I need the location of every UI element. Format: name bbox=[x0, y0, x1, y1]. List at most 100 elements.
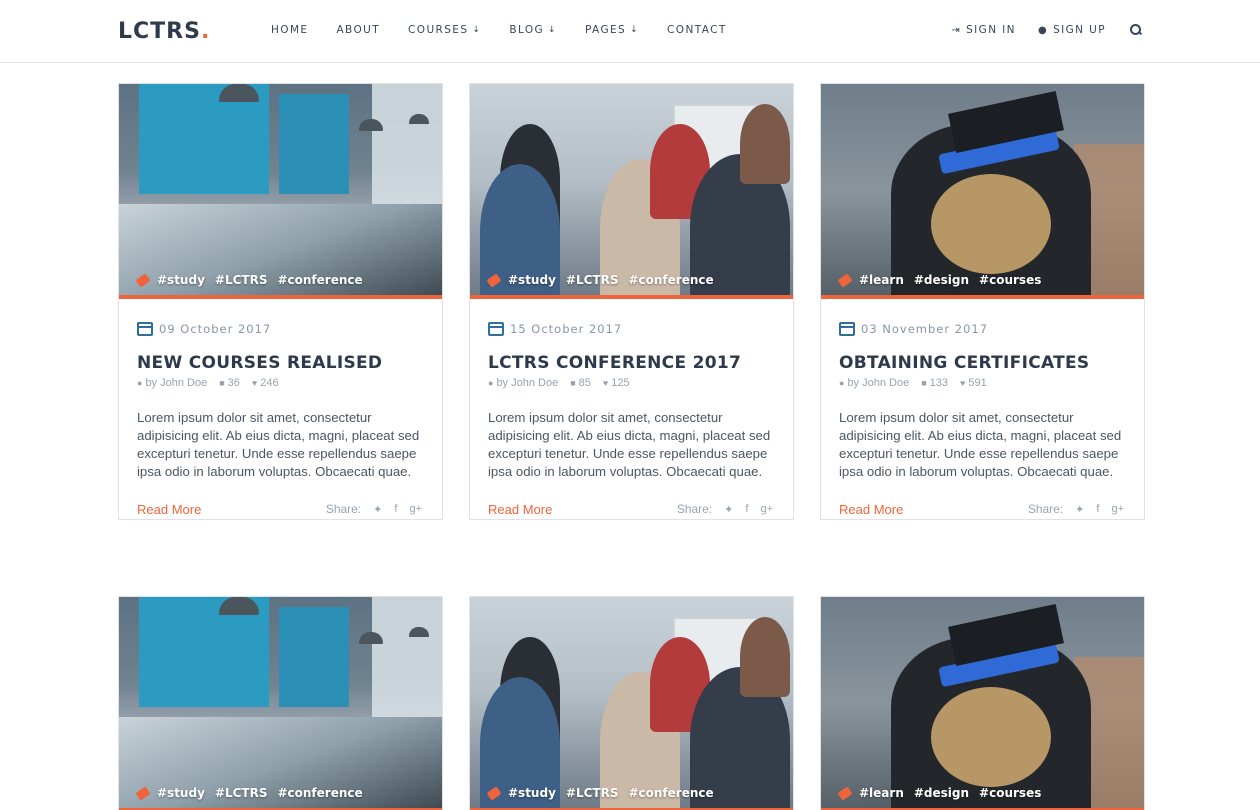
card-footer: Read More Share: ✦ f g+ bbox=[839, 499, 1126, 519]
post-title[interactable]: NEW COURSES REALISED bbox=[137, 353, 424, 373]
read-more-link[interactable]: Read More bbox=[137, 502, 201, 517]
nav-item-pages[interactable]: PAGES ↓ bbox=[585, 24, 639, 36]
card-footer: Read More Share: ✦ f g+ bbox=[137, 499, 424, 519]
post-comments[interactable]: ■ 133 bbox=[921, 377, 948, 389]
nav-item-contact[interactable]: CONTACT bbox=[667, 24, 727, 36]
tag-link[interactable]: #LCTRS bbox=[566, 786, 619, 800]
card-photo bbox=[470, 84, 793, 299]
post-excerpt: Lorem ipsum dolor sit amet, consectetur … bbox=[839, 410, 1122, 479]
post-comments-count: 85 bbox=[578, 377, 591, 389]
google-plus-icon[interactable]: g+ bbox=[760, 503, 773, 515]
post-author[interactable]: ● by John Doe bbox=[839, 377, 909, 389]
blog-card: #study #LCTRS #conference 09 October 2017 … bbox=[118, 83, 443, 520]
site-logo[interactable]: LCTRS. bbox=[118, 19, 210, 44]
tag-link[interactable]: #conference bbox=[628, 786, 713, 800]
nav-item-label: CONTACT bbox=[667, 24, 727, 36]
google-plus-icon[interactable]: g+ bbox=[409, 503, 422, 515]
user-icon: ● bbox=[488, 378, 494, 388]
heart-icon: ♥ bbox=[251, 378, 258, 388]
tag-link[interactable]: #study bbox=[508, 273, 556, 287]
sign-in-link[interactable]: ⇥ SIGN IN bbox=[951, 24, 1016, 36]
sign-up-link[interactable]: ● SIGN UP bbox=[1038, 24, 1106, 36]
card-footer: Read More Share: ✦ f g+ bbox=[488, 499, 775, 519]
tag-link[interactable]: #LCTRS bbox=[566, 273, 619, 287]
tag-link[interactable]: #conference bbox=[628, 273, 713, 287]
post-author[interactable]: ● by John Doe bbox=[137, 377, 207, 389]
comment-icon: ■ bbox=[219, 378, 225, 388]
tag-link[interactable]: #LCTRS bbox=[215, 786, 268, 800]
post-date-text: 09 October 2017 bbox=[159, 322, 272, 336]
tag-icon bbox=[486, 272, 502, 288]
post-likes-count: 246 bbox=[260, 377, 279, 389]
post-meta: ● by John Doe ■ 85 ♥ 125 bbox=[488, 377, 775, 389]
card-image[interactable]: #study #LCTRS #conference bbox=[470, 84, 793, 299]
card-image[interactable]: #learn #design #courses bbox=[821, 84, 1144, 299]
comment-icon: ■ bbox=[570, 378, 576, 388]
card-image[interactable]: #learn #design #courses bbox=[821, 597, 1144, 810]
post-likes-count: 591 bbox=[968, 377, 987, 389]
tag-icon bbox=[135, 272, 151, 288]
post-likes[interactable]: ♥ 125 bbox=[603, 377, 630, 389]
tag-link[interactable]: #design bbox=[914, 786, 969, 800]
tag-link[interactable]: #conference bbox=[277, 786, 362, 800]
twitter-icon[interactable]: ✦ bbox=[724, 503, 733, 516]
read-more-link[interactable]: Read More bbox=[839, 502, 903, 517]
twitter-icon[interactable]: ✦ bbox=[1075, 503, 1084, 516]
card-image[interactable]: #study #LCTRS #conference bbox=[119, 597, 442, 810]
post-comments-count: 36 bbox=[227, 377, 240, 389]
post-likes[interactable]: ♥ 591 bbox=[960, 377, 987, 389]
facebook-icon[interactable]: f bbox=[1096, 503, 1099, 515]
post-author-text: by John Doe bbox=[496, 377, 559, 389]
tag-list: #study #LCTRS #conference bbox=[135, 785, 373, 801]
share-bar: Share: ✦ f g+ bbox=[677, 502, 773, 516]
tag-link[interactable]: #study bbox=[157, 786, 205, 800]
post-likes[interactable]: ♥ 246 bbox=[252, 377, 279, 389]
blog-card: #study #LCTRS #conference bbox=[118, 596, 443, 810]
nav-item-label: PAGES bbox=[584, 24, 627, 36]
post-author[interactable]: ● by John Doe bbox=[488, 377, 558, 389]
tag-link[interactable]: #study bbox=[157, 273, 205, 287]
tag-link[interactable]: #study bbox=[508, 786, 556, 800]
post-comments-count: 133 bbox=[929, 377, 948, 389]
nav-item-label: ABOUT bbox=[336, 24, 381, 36]
tag-link[interactable]: #courses bbox=[979, 786, 1041, 800]
nav-item-home[interactable]: HOME bbox=[271, 24, 308, 36]
post-title[interactable]: LCTRS CONFERENCE 2017 bbox=[488, 353, 775, 373]
card-body: 09 October 2017 NEW COURSES REALISED ● by… bbox=[119, 299, 442, 519]
chevron-down-icon: ↓ bbox=[548, 25, 557, 35]
card-photo bbox=[470, 597, 793, 810]
share-label: Share: bbox=[325, 502, 362, 516]
card-body: 03 November 2017 OBTAINING CERTIFICATES … bbox=[821, 299, 1144, 519]
card-photo bbox=[119, 84, 442, 299]
tag-link[interactable]: #LCTRS bbox=[215, 273, 268, 287]
search-icon[interactable] bbox=[1130, 24, 1142, 36]
post-comments[interactable]: ■ 36 bbox=[219, 377, 240, 389]
tag-icon bbox=[837, 272, 853, 288]
card-image[interactable]: #study #LCTRS #conference bbox=[470, 597, 793, 810]
post-excerpt: Lorem ipsum dolor sit amet, consectetur … bbox=[137, 410, 420, 479]
post-title[interactable]: OBTAINING CERTIFICATES bbox=[839, 353, 1126, 373]
calendar-icon bbox=[839, 322, 855, 336]
tag-link[interactable]: #courses bbox=[979, 273, 1041, 287]
facebook-icon[interactable]: f bbox=[745, 503, 748, 515]
twitter-icon[interactable]: ✦ bbox=[373, 503, 382, 516]
nav-item-courses[interactable]: COURSES ↓ bbox=[408, 24, 481, 36]
tag-link[interactable]: #design bbox=[914, 273, 969, 287]
calendar-icon bbox=[137, 322, 153, 336]
facebook-icon[interactable]: f bbox=[394, 503, 397, 515]
tag-link[interactable]: #conference bbox=[277, 273, 362, 287]
tag-link[interactable]: #learn bbox=[859, 786, 904, 800]
card-image[interactable]: #study #LCTRS #conference bbox=[119, 84, 442, 299]
nav-item-about[interactable]: ABOUT bbox=[336, 24, 380, 36]
post-date: 15 October 2017 bbox=[488, 319, 775, 339]
sign-up-label: SIGN UP bbox=[1053, 24, 1106, 36]
nav-item-blog[interactable]: BLOG ↓ bbox=[509, 24, 557, 36]
google-plus-icon[interactable]: g+ bbox=[1111, 503, 1124, 515]
post-comments[interactable]: ■ 85 bbox=[570, 377, 591, 389]
read-more-link[interactable]: Read More bbox=[488, 502, 552, 517]
tag-link[interactable]: #learn bbox=[859, 273, 904, 287]
post-author-text: by John Doe bbox=[847, 377, 910, 389]
post-author-text: by John Doe bbox=[145, 377, 208, 389]
user-icon: ● bbox=[1037, 24, 1049, 36]
image-accent-bar bbox=[821, 295, 1144, 299]
